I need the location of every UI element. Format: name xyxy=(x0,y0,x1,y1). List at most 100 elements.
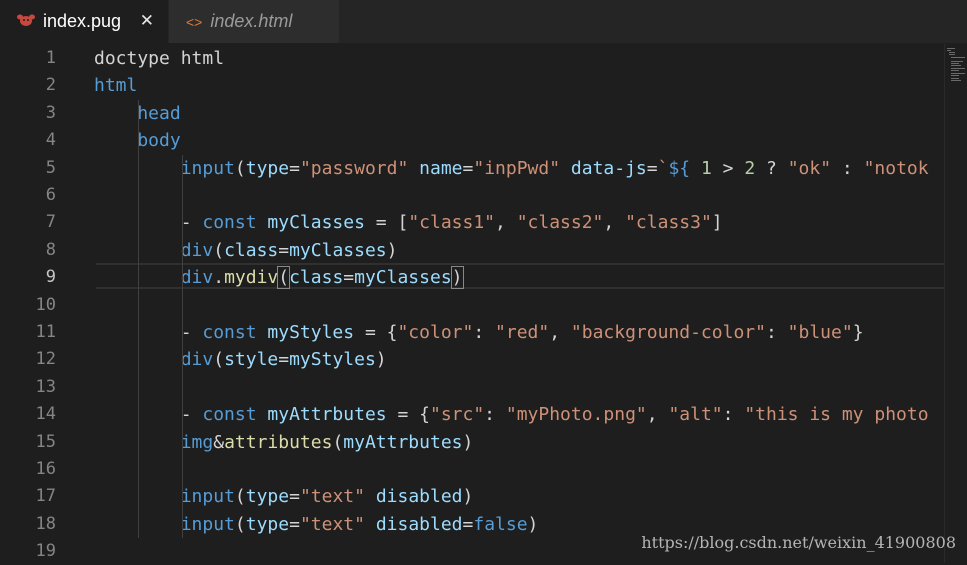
code-line: - const myAttrbutes = {"src": "myPhoto.p… xyxy=(94,401,929,428)
code-token: ( xyxy=(234,486,246,508)
minimap-line xyxy=(951,75,959,76)
code-token: , xyxy=(646,404,669,426)
code-token: . xyxy=(213,267,225,289)
code-token: html xyxy=(94,75,138,97)
code-token: type xyxy=(245,513,290,535)
code-token: div xyxy=(94,267,214,289)
code-token: myClasses xyxy=(354,267,452,289)
code-editor[interactable]: doctype html html head body input(type="p… xyxy=(94,44,944,563)
minimap-line xyxy=(951,73,965,74)
code-token: mydiv xyxy=(224,267,279,289)
close-icon[interactable]: ✕ xyxy=(140,11,154,31)
code-token: false xyxy=(473,513,528,535)
code-token: const xyxy=(202,404,257,426)
code-token: , xyxy=(549,322,571,343)
code-token: = { xyxy=(354,322,398,343)
code-token: - xyxy=(94,404,203,426)
code-token: "text" xyxy=(299,486,365,508)
code-token: const xyxy=(202,212,257,234)
code-token: class xyxy=(224,239,279,261)
code-line: input(type="text" disabled) xyxy=(94,483,474,510)
minimap-scrollbar[interactable] xyxy=(944,44,967,563)
line-number: 13 xyxy=(35,376,56,397)
code-token: attributes xyxy=(224,431,333,453)
code-token: = xyxy=(278,239,290,261)
code-token: > xyxy=(711,157,745,179)
tab-index-pug[interactable]: index.pug ✕ xyxy=(0,0,168,43)
code-token: data-js xyxy=(570,157,647,179)
tab-label: index.pug xyxy=(43,11,122,31)
code-token: "ok" xyxy=(787,157,832,179)
line-number: 9 xyxy=(45,267,56,288)
code-token: ) xyxy=(375,349,387,371)
code-token: "myPhoto.png" xyxy=(505,404,647,426)
html-icon: <> xyxy=(186,13,203,30)
code-token: "password" xyxy=(299,157,409,179)
code-token: ) xyxy=(527,513,539,535)
code-token: disabled xyxy=(375,486,463,508)
line-number: 2 xyxy=(45,75,56,96)
tab-label: index.html xyxy=(210,11,293,31)
code-token: ] xyxy=(711,212,723,234)
line-number: 4 xyxy=(45,130,56,151)
line-number: 17 xyxy=(35,486,56,507)
code-token: , xyxy=(495,212,517,234)
code-token: div xyxy=(94,239,214,261)
code-token: img xyxy=(94,431,214,453)
minimap-line xyxy=(949,54,955,55)
tab-index-html[interactable]: <> index.html xyxy=(169,0,339,43)
code-token: type xyxy=(245,486,290,508)
code-token: ? xyxy=(755,157,788,179)
code-token: input xyxy=(94,486,235,508)
tab-bar: index.pug ✕ <> index.html xyxy=(0,0,967,43)
code-token: : xyxy=(484,404,506,426)
line-number: 12 xyxy=(35,349,56,370)
code-token: style xyxy=(224,349,279,371)
minimap-line xyxy=(951,68,965,69)
code-token: = xyxy=(343,267,355,289)
code-token: = xyxy=(646,157,658,179)
code-token: myStyles xyxy=(267,322,355,343)
code-line: doctype html xyxy=(94,45,224,72)
line-number: 6 xyxy=(45,185,56,205)
minimap-line xyxy=(951,63,959,64)
code-token: = xyxy=(289,513,300,535)
line-number: 5 xyxy=(45,157,56,178)
line-number: 3 xyxy=(45,102,56,123)
pug-icon xyxy=(17,13,35,30)
code-token: type xyxy=(245,157,290,179)
code-token: ` xyxy=(657,157,669,179)
line-number: 14 xyxy=(35,404,56,425)
code-token: ) xyxy=(386,239,398,261)
code-token: "src" xyxy=(429,404,485,426)
code-token: myClasses xyxy=(289,239,387,261)
code-token: name xyxy=(419,157,463,179)
code-token: "background-color" xyxy=(570,322,766,343)
code-token: "blue" xyxy=(787,322,853,343)
code-token: ( xyxy=(332,431,344,453)
code-token: input xyxy=(94,513,235,535)
watermark: https://blog.csdn.net/weixin_41900808 xyxy=(641,533,956,552)
code-token: - xyxy=(94,212,203,234)
minimap-line xyxy=(951,80,961,81)
minimap-line xyxy=(951,57,965,58)
minimap-line xyxy=(949,52,955,53)
minimap-line xyxy=(947,48,955,49)
code-line: div(class=myClasses) xyxy=(94,237,398,264)
code-line: div.mydiv(class=myClasses) xyxy=(94,264,464,291)
code-token: "color" xyxy=(397,322,474,343)
line-number: 7 xyxy=(45,212,56,233)
code-line: img&attributes(myAttrbutes) xyxy=(94,429,474,456)
code-token: "text" xyxy=(299,513,365,535)
code-line: - const myClasses = ["class1", "class2",… xyxy=(94,209,723,236)
code-token: myAttrbutes xyxy=(267,404,387,426)
code-token: ) xyxy=(450,266,464,290)
code-token: = xyxy=(289,486,300,508)
line-number: 16 xyxy=(35,459,56,479)
